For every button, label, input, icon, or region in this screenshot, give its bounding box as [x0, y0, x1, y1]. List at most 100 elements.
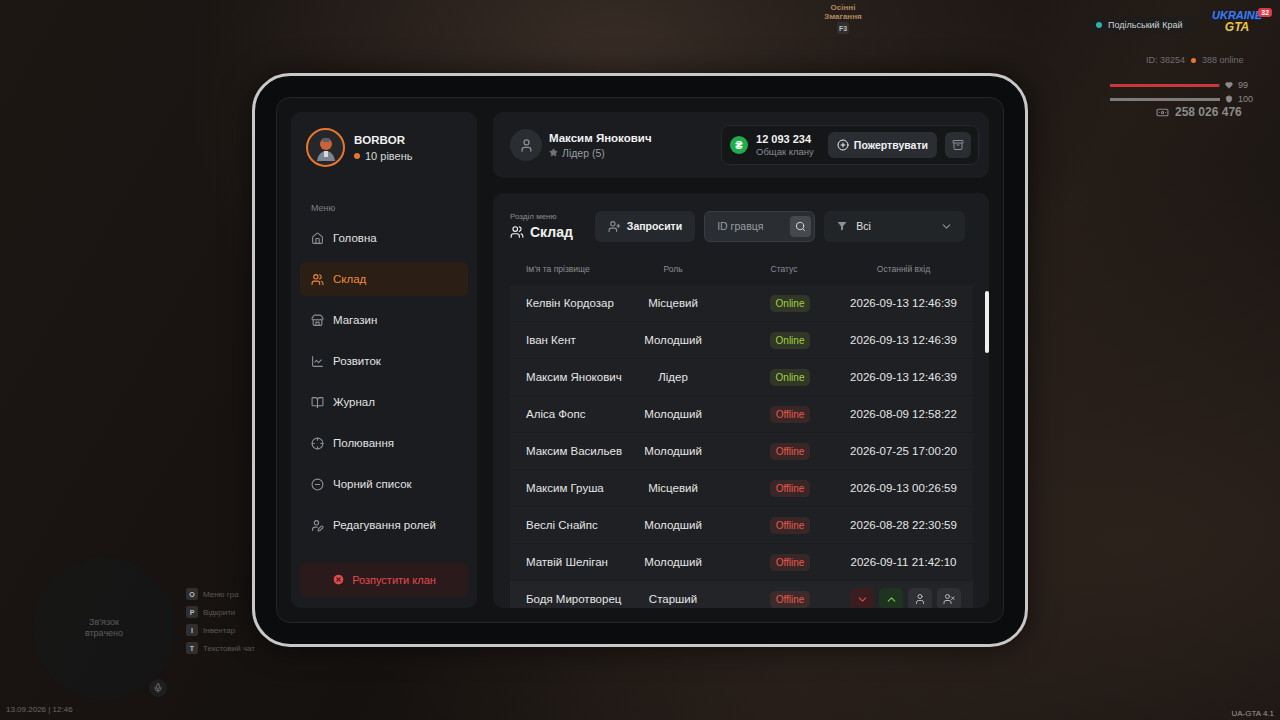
member-role: Молодший — [628, 445, 718, 457]
toolbar: Розділ менюСкладЗапроситиВсі — [510, 210, 973, 242]
member-name: Бодя Миротворец — [526, 593, 628, 605]
table-row[interactable]: Бодя МиротворецСтарший Offline — [510, 581, 973, 608]
status-offline: Offline — [770, 591, 811, 608]
search-field — [704, 211, 815, 242]
event-logo[interactable]: ОсінніЗмаганняF3 — [812, 4, 874, 34]
sidebar-item[interactable]: Полювання — [300, 426, 468, 460]
status-offline: Offline — [770, 554, 811, 571]
book-icon — [311, 396, 324, 409]
sidebar-item[interactable]: Головна — [300, 221, 468, 255]
archive-icon — [952, 139, 964, 151]
sidebar-item[interactable]: Склад — [300, 262, 468, 296]
player-bars: 99100 — [1110, 80, 1258, 104]
table-row[interactable]: Аліса ФопсМолодшийOffline2026-08-09 12:5… — [510, 396, 973, 433]
version: UA-GTA 4.1 — [1231, 709, 1274, 718]
key-hint: OМеню гра — [186, 588, 255, 600]
column-header: Ім'я та прізвище — [526, 264, 628, 274]
table-row[interactable]: Іван КентМолодшийOnline2026-09-13 12:46:… — [510, 322, 973, 359]
table-row[interactable]: Матвій ШеліганМолодшийOffline2026-09-11 … — [510, 544, 973, 581]
logo-badge: 32 — [1258, 8, 1272, 17]
key-cap: I — [186, 624, 198, 636]
disband-button[interactable]: Розпустити клан — [300, 562, 468, 597]
donate-button[interactable]: Пожертвувати — [828, 132, 937, 158]
member-name: Веслі Снайпс — [526, 519, 628, 531]
search-button[interactable] — [790, 216, 811, 237]
last-login: 2026-09-13 12:46:39 — [850, 371, 957, 383]
main: Максим ЯноковичЛідер (5)₴12 093 234Общак… — [493, 112, 989, 608]
sidebar-item[interactable]: Магазин — [300, 303, 468, 337]
chart-icon — [311, 355, 324, 368]
sidebar-item[interactable]: Розвиток — [300, 344, 468, 378]
filter-select[interactable]: Всі — [824, 211, 965, 242]
member-role: Молодший — [628, 556, 718, 568]
key-cap: F3 — [837, 22, 849, 34]
scrollbar-thumb[interactable] — [985, 291, 989, 352]
last-login: 2026-07-25 17:00:20 — [850, 445, 957, 457]
profile-button[interactable] — [908, 588, 932, 608]
search-icon — [795, 221, 806, 232]
status-offline: Offline — [770, 480, 811, 497]
status-offline: Offline — [770, 443, 811, 460]
user-name: Максим Янокович — [549, 132, 652, 144]
member-name: Максим Груша — [526, 482, 628, 494]
row-actions — [850, 588, 961, 608]
top-card: Максим ЯноковичЛідер (5)₴12 093 234Общак… — [493, 112, 989, 178]
region-dot — [1096, 22, 1102, 28]
table-row[interactable]: Максим ВасильевМолодшийOffline2026-07-25… — [510, 433, 973, 470]
key-cap: O — [186, 588, 198, 600]
filter-icon — [836, 220, 848, 232]
sidebar-item[interactable]: Журнал — [300, 385, 468, 419]
users-icon — [311, 273, 324, 286]
user-icon — [914, 593, 926, 605]
members-card: Розділ менюСкладЗапроситиВсіІм'я та пріз… — [493, 193, 989, 608]
member-name: Максим Янокович — [526, 371, 628, 383]
current-user: Максим ЯноковичЛідер (5) — [510, 129, 652, 161]
tablet: BORBOR10 рівеньМенюГоловнаСкладМагазинРо… — [252, 73, 1028, 647]
plus-circle-icon — [837, 139, 849, 151]
storage-button[interactable] — [945, 132, 971, 158]
demote-button[interactable] — [850, 588, 874, 608]
user-edit-icon — [311, 519, 324, 532]
member-role: Лідер — [628, 371, 718, 383]
members-table: Ім'я та прізвищеРольСтатусОстанній вхідК… — [510, 260, 973, 608]
profile-avatar — [306, 128, 345, 167]
status-online: Online — [770, 295, 811, 312]
last-login: 2026-09-13 12:46:39 — [850, 334, 957, 346]
section-caption: Розділ меню — [510, 212, 573, 221]
last-login: 2026-09-13 12:46:39 — [850, 297, 957, 309]
scrollbar[interactable] — [985, 285, 989, 608]
member-name: Іван Кент — [526, 334, 628, 346]
table-row[interactable]: Келвін КордозарМісцевийOnline2026-09-13 … — [510, 285, 973, 322]
sidebar-item[interactable]: Редагування ролей — [300, 508, 468, 542]
heart-icon — [1225, 81, 1233, 89]
member-name: Келвін Кордозар — [526, 297, 628, 309]
table-row[interactable]: Максим ЯноковичЛідерOnline2026-09-13 12:… — [510, 359, 973, 396]
last-login: 2026-09-13 00:26:59 — [850, 482, 957, 494]
member-role: Місцевий — [628, 482, 718, 494]
invite-button[interactable]: Запросити — [595, 211, 695, 242]
star-icon — [549, 148, 558, 157]
close-circle-icon — [332, 573, 345, 586]
server-logo: UKRAINEGTA32 — [1212, 10, 1262, 33]
promote-button[interactable] — [879, 588, 903, 608]
last-login: 2026-08-09 12:58:22 — [850, 408, 957, 420]
column-header: Останній вхід — [850, 264, 957, 274]
table-row[interactable]: Веслі СнайпсМолодшийOffline2026-08-28 22… — [510, 507, 973, 544]
sidebar-item[interactable]: Чорний список — [300, 467, 468, 501]
table-body: Келвін Кордозар Місцевий Online 2026-09-13 … — [510, 285, 973, 608]
health-bar: 99 — [1110, 80, 1258, 90]
status-offline: Offline — [770, 517, 811, 534]
game-scene: ОсінніЗмаганняF3Подільський КрайUKRAINEG… — [0, 0, 1280, 720]
member-role: Старший — [628, 593, 718, 605]
search-input[interactable] — [715, 219, 786, 233]
member-name: Матвій Шеліган — [526, 556, 628, 568]
minus-circle-icon — [311, 478, 324, 491]
treasury-amount: 12 093 234 — [756, 133, 814, 145]
menu: Головна Склад Магазин Розвиток Журнал Полюван… — [300, 221, 468, 542]
table-row[interactable]: Максим ГрушаМісцевий Offline 2026-09-13 00… — [510, 470, 973, 507]
money: 258 026 476 — [1156, 105, 1242, 119]
profile: BORBOR10 рівень — [300, 128, 468, 167]
kick-button[interactable] — [937, 588, 961, 608]
home-icon — [311, 232, 324, 245]
key-hint: TТекстовий чат — [186, 642, 255, 654]
